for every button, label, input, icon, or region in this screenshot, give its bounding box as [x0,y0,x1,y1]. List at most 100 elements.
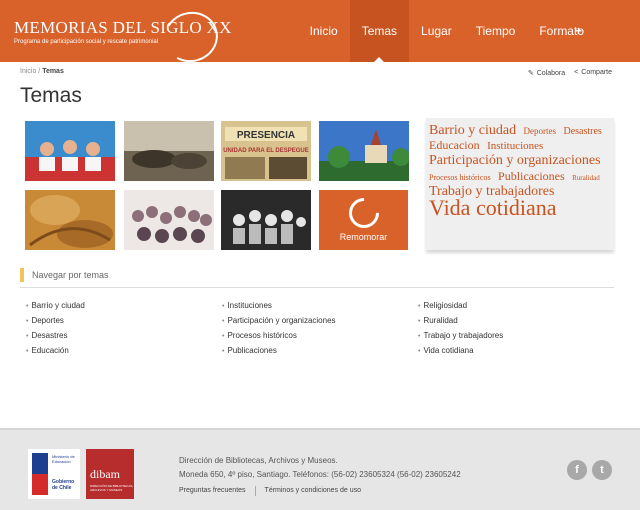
dibam-wordmark: dibam [90,467,120,481]
site-footer: Ministerio de Educación Gobierno de Chil… [0,428,640,510]
nav-temas[interactable]: Temas [349,0,410,62]
theme-link[interactable]: • Deportes [26,315,85,330]
bullet-icon: • [418,303,421,310]
bullet-icon: • [418,348,421,355]
remember-label: Remomorar [339,232,388,242]
government-label: Gobierno de Chile [52,479,75,491]
tag-cloud: Barrio y ciudad Deportes Desastres Educa… [426,118,614,250]
photo-tile-3[interactable]: PRESENCIA UNIDAD PARA EL DESPEGUE [221,121,311,181]
photo-tile-6[interactable] [124,190,214,250]
theme-link[interactable]: • Participación y organizaciones [222,315,336,330]
theme-label: Desastres [31,331,68,340]
nav-lugar[interactable]: Lugar [409,0,464,62]
theme-label: Barrio y ciudad [31,301,85,310]
bullet-icon: • [418,333,421,340]
nav-tiempo[interactable]: Tiempo [464,0,528,62]
theme-link[interactable]: • Desastres [26,330,85,345]
photo-tile-7[interactable] [221,190,311,250]
main-nav: Inicio Temas Lugar Tiempo Formato [298,0,596,62]
photo-tile-1[interactable] [25,121,115,181]
bullet-icon: • [26,333,29,340]
tag-deportes[interactable]: Deportes [524,126,557,136]
theme-label: Educación [31,346,69,355]
photo-tile-4[interactable] [319,121,409,181]
theme-label: Trabajo y trabajadores [423,331,504,340]
link-divider [254,486,256,496]
pencil-icon: ✎ [527,70,534,77]
gobierno-de-chile-logo[interactable]: Ministerio de Educación Gobierno de Chil… [28,449,80,499]
footer-address: Dirección de Bibliotecas, Archivos y Mus… [179,454,461,482]
theme-label: Publicaciones [227,346,277,355]
tag-desastres[interactable]: Desastres [564,126,602,137]
facebook-icon[interactable]: f [567,460,587,480]
tag-vida-cotidiana[interactable]: Vida cotidiana [429,195,557,220]
faq-link[interactable]: Preguntas frecuentes [179,487,246,496]
breadcrumb-home[interactable]: Inicio [20,68,36,75]
address-line-2: Moneda 650, 4º piso, Santiago. Teléfonos… [179,470,461,479]
theme-link[interactable]: • Religiosidad [418,300,503,315]
browse-title: Navegar por temas [32,270,109,280]
photo-tile-2[interactable] [124,121,214,181]
theme-link[interactable]: • Barrio y ciudad [26,300,85,315]
tag-ruralidad[interactable]: Ruralidad [572,174,600,182]
tag-educacion[interactable]: Educacion [429,138,480,152]
tag-barrio-y-ciudad[interactable]: Barrio y ciudad [429,123,516,138]
theme-link[interactable]: • Publicaciones [222,345,336,360]
breadcrumb: Inicio / Temas [20,68,64,75]
presencia-banner-text: PRESENCIA [237,130,295,141]
nav-inicio[interactable]: Inicio [298,0,350,62]
collaborate-button[interactable]: ✎ Colabora [528,69,565,77]
address-line-1: Dirección de Bibliotecas, Archivos y Mus… [179,456,338,465]
section-accent-bar [20,268,24,282]
theme-label: Procesos históricos [227,331,297,340]
share-icon: < [574,69,579,76]
remember-tile[interactable]: Remomorar [319,190,408,250]
ministry-label: Ministerio de Educación [52,454,75,464]
browse-section-header: Navegar por temas [20,266,614,288]
theme-label: Ruralidad [423,316,458,325]
bullet-icon: • [222,333,225,340]
theme-link[interactable]: • Procesos históricos [222,330,336,345]
collaborate-label: Colabora [536,70,566,77]
site-header: MEMORIAS DEL SIGLO XX Programa de partic… [0,0,640,69]
browse-column-1: • Barrio y ciudad • Deportes • Desastres • E… [26,300,85,360]
dibam-subtitle: DIRECCIÓN DE BIBLIOTECAS, ARCHIVOS Y MUS… [90,484,134,492]
tag-publicaciones[interactable]: Publicaciones [498,169,565,183]
browse-column-2: • Instituciones • Participación y organiza… [222,300,336,360]
theme-label: Deportes [31,316,64,325]
tag-instituciones[interactable]: Instituciones [487,140,543,152]
twitter-icon[interactable]: t [592,460,612,480]
bullet-icon: • [418,318,421,325]
bullet-icon: • [26,318,29,325]
theme-label: Vida cotidiana [423,346,474,355]
bullet-icon: • [26,303,29,310]
page-actions: ✎ Colabora < Comparte [528,69,612,77]
breadcrumb-current: Temas [42,68,64,75]
flag-blue-stripe [32,453,48,474]
theme-link[interactable]: • Vida cotidiana [418,345,503,360]
share-label: Comparte [581,69,612,76]
theme-label: Participación y organizaciones [227,316,336,325]
bullet-icon: • [222,303,225,310]
dibam-logo[interactable]: dibam DIRECCIÓN DE BIBLIOTECAS, ARCHIVOS… [86,449,134,499]
theme-link[interactable]: • Educación [26,345,85,360]
flag-red-stripe [32,474,48,495]
nav-more-button[interactable]: + [575,0,582,62]
photo-tile-5[interactable] [25,190,115,250]
presencia-slogan-text: UNIDAD PARA EL DESPEGUE [223,148,309,154]
share-button[interactable]: < Comparte [574,69,612,77]
page-title: Temas [20,84,82,107]
tag-procesos-historicos[interactable]: Procesos históricos [429,173,491,182]
site-logo[interactable]: MEMORIAS DEL SIGLO XX Programa de partic… [14,5,232,69]
theme-label: Religiosidad [423,301,468,310]
bullet-icon: • [222,348,225,355]
terms-link[interactable]: Términos y condiciones de uso [265,487,362,496]
theme-link[interactable]: • Ruralidad [418,315,503,330]
browse-column-3: • Religiosidad • Ruralidad • Trabajo y trab… [418,300,503,360]
refresh-icon [342,191,385,235]
theme-link[interactable]: • Trabajo y trabajadores [418,330,503,345]
bullet-icon: • [26,348,29,355]
nav-formato[interactable]: Formato [527,0,596,62]
theme-link[interactable]: • Instituciones [222,300,336,315]
tag-participacion[interactable]: Participación y organizaciones [429,153,601,168]
